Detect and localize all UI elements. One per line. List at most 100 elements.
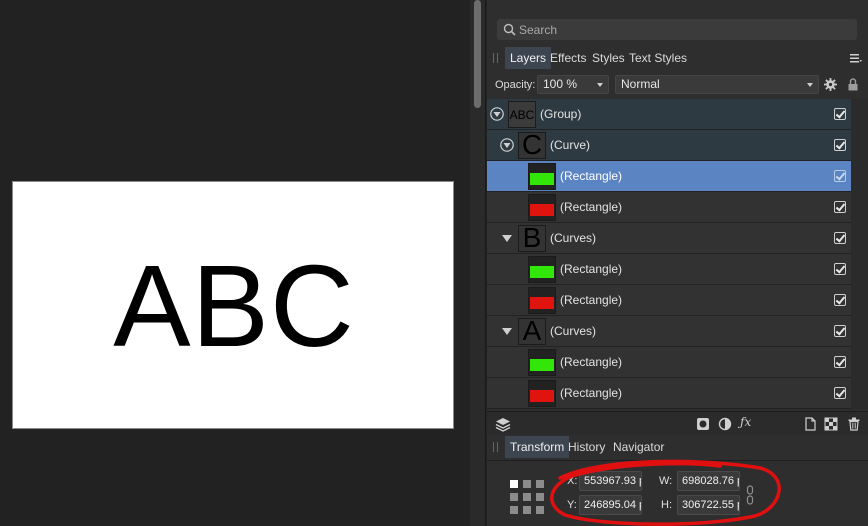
visibility-checkbox[interactable] bbox=[834, 201, 846, 213]
visibility-checkbox[interactable] bbox=[834, 263, 846, 275]
layer-row-rectangle[interactable]: (Rectangle) bbox=[487, 285, 851, 316]
opacity-dropdown[interactable]: 100 % bbox=[537, 75, 609, 94]
new-layer-icon[interactable] bbox=[803, 417, 817, 431]
search-icon bbox=[503, 23, 516, 36]
visibility-checkbox[interactable] bbox=[834, 108, 846, 120]
visibility-checkbox[interactable] bbox=[834, 232, 846, 244]
h-field[interactable] bbox=[677, 495, 740, 515]
layer-thumbnail bbox=[528, 194, 556, 221]
thumbnail-glyph: ABC bbox=[509, 108, 535, 122]
w-label: W: bbox=[659, 475, 673, 487]
thumbnail-glyph: C bbox=[521, 132, 543, 159]
tab-history[interactable]: History bbox=[563, 436, 610, 458]
checker-icon[interactable] bbox=[824, 417, 838, 431]
y-field[interactable] bbox=[579, 495, 642, 515]
layer-thumbnail: C bbox=[518, 132, 546, 159]
layer-thumbnail bbox=[528, 380, 556, 407]
anchor-point[interactable] bbox=[536, 506, 544, 514]
layer-name: (Rectangle) bbox=[560, 169, 623, 183]
layer-row-curve[interactable]: C (Curve) bbox=[487, 130, 851, 161]
transform-tabbar: Transform History Navigator bbox=[487, 436, 868, 458]
panel-grip-icon[interactable] bbox=[493, 53, 498, 63]
tab-transform[interactable]: Transform bbox=[505, 436, 570, 458]
expand-triangle-icon[interactable] bbox=[500, 324, 514, 338]
anchor-point-grid[interactable] bbox=[510, 480, 544, 514]
anchor-point[interactable] bbox=[523, 493, 531, 501]
x-field[interactable] bbox=[579, 471, 642, 491]
layer-row-rectangle[interactable]: (Rectangle) bbox=[487, 347, 851, 378]
h-label: H: bbox=[661, 499, 672, 511]
expand-triangle-icon[interactable] bbox=[500, 231, 514, 245]
opacity-row: Opacity: 100 % Normal bbox=[487, 72, 868, 98]
layer-thumbnail: A bbox=[518, 318, 546, 345]
visibility-checkbox[interactable] bbox=[834, 356, 846, 368]
layer-thumbnail bbox=[528, 256, 556, 283]
chevron-down-icon bbox=[807, 83, 813, 87]
tab-effects[interactable]: Effects bbox=[545, 47, 591, 69]
visibility-checkbox[interactable] bbox=[834, 294, 846, 306]
anchor-point[interactable] bbox=[510, 506, 518, 514]
anchor-point[interactable] bbox=[510, 493, 518, 501]
fx-icon[interactable]: ƒx bbox=[740, 415, 754, 429]
anchor-point[interactable] bbox=[536, 493, 544, 501]
lock-icon[interactable] bbox=[848, 78, 858, 91]
anchor-point[interactable] bbox=[510, 480, 518, 488]
expand-circle-icon[interactable] bbox=[500, 138, 514, 152]
tab-navigator[interactable]: Navigator bbox=[608, 436, 669, 458]
layer-thumbnail bbox=[528, 287, 556, 314]
canvas-scroll-thumb[interactable] bbox=[474, 0, 481, 108]
layer-row-rectangle[interactable]: (Rectangle) bbox=[487, 378, 851, 409]
blend-mode-value: Normal bbox=[621, 77, 660, 91]
layer-thumbnail bbox=[528, 349, 556, 376]
layer-row-curves[interactable]: B (Curves) bbox=[487, 223, 851, 254]
blend-mode-dropdown[interactable]: Normal bbox=[615, 75, 819, 94]
adjustment-icon[interactable] bbox=[718, 417, 732, 431]
layers-list: ABC (Group) C (Curve) (Rectangle) (Recta… bbox=[487, 99, 851, 409]
artboard-text[interactable]: ABC bbox=[13, 182, 455, 430]
gear-icon[interactable] bbox=[824, 78, 837, 91]
visibility-checkbox[interactable] bbox=[834, 139, 846, 151]
visibility-checkbox[interactable] bbox=[834, 325, 846, 337]
artboard[interactable]: ABC bbox=[12, 181, 454, 429]
layer-name: (Rectangle) bbox=[560, 355, 623, 369]
layers-toolbar: ƒx bbox=[487, 411, 868, 435]
opacity-value: 100 % bbox=[543, 77, 578, 91]
layer-row-group[interactable]: ABC (Group) bbox=[487, 99, 851, 130]
layer-row-rectangle[interactable]: (Rectangle) bbox=[487, 254, 851, 285]
anchor-point[interactable] bbox=[523, 480, 531, 488]
anchor-point[interactable] bbox=[536, 480, 544, 488]
layer-name: (Group) bbox=[540, 107, 582, 121]
layers-scrollbar[interactable] bbox=[851, 99, 868, 409]
link-icon[interactable] bbox=[745, 484, 755, 506]
expand-circle-icon[interactable] bbox=[490, 107, 504, 121]
trash-icon[interactable] bbox=[847, 417, 861, 431]
layer-name: (Rectangle) bbox=[560, 200, 623, 214]
layer-thumbnail: B bbox=[518, 225, 546, 252]
layer-row-rectangle[interactable]: (Rectangle) bbox=[487, 192, 851, 223]
layers-icon[interactable] bbox=[495, 416, 511, 432]
red-swatch bbox=[530, 204, 554, 216]
thumbnail-glyph: B bbox=[522, 225, 542, 252]
layer-name: (Rectangle) bbox=[560, 262, 623, 276]
layer-thumbnail bbox=[528, 163, 556, 190]
search-input[interactable] bbox=[519, 19, 849, 40]
anchor-point[interactable] bbox=[523, 506, 531, 514]
green-swatch bbox=[530, 173, 554, 185]
w-field[interactable] bbox=[677, 471, 740, 491]
mask-icon[interactable] bbox=[696, 417, 710, 431]
transform-panel bbox=[487, 460, 868, 526]
canvas-area[interactable]: ABC bbox=[0, 0, 470, 526]
y-label: Y: bbox=[567, 499, 577, 511]
red-swatch bbox=[530, 297, 554, 309]
layer-row-rectangle[interactable]: (Rectangle) bbox=[487, 161, 851, 192]
visibility-checkbox[interactable] bbox=[834, 387, 846, 399]
layer-name: (Curves) bbox=[550, 324, 597, 338]
red-swatch bbox=[530, 390, 554, 402]
layer-name: (Curve) bbox=[550, 138, 591, 152]
tab-text-styles[interactable]: Text Styles bbox=[624, 47, 692, 69]
panel-grip-icon[interactable] bbox=[493, 442, 498, 452]
visibility-checkbox[interactable] bbox=[834, 170, 846, 182]
search-box[interactable] bbox=[497, 19, 857, 40]
panel-menu-icon[interactable] bbox=[850, 52, 862, 64]
layer-row-curves[interactable]: A (Curves) bbox=[487, 316, 851, 347]
